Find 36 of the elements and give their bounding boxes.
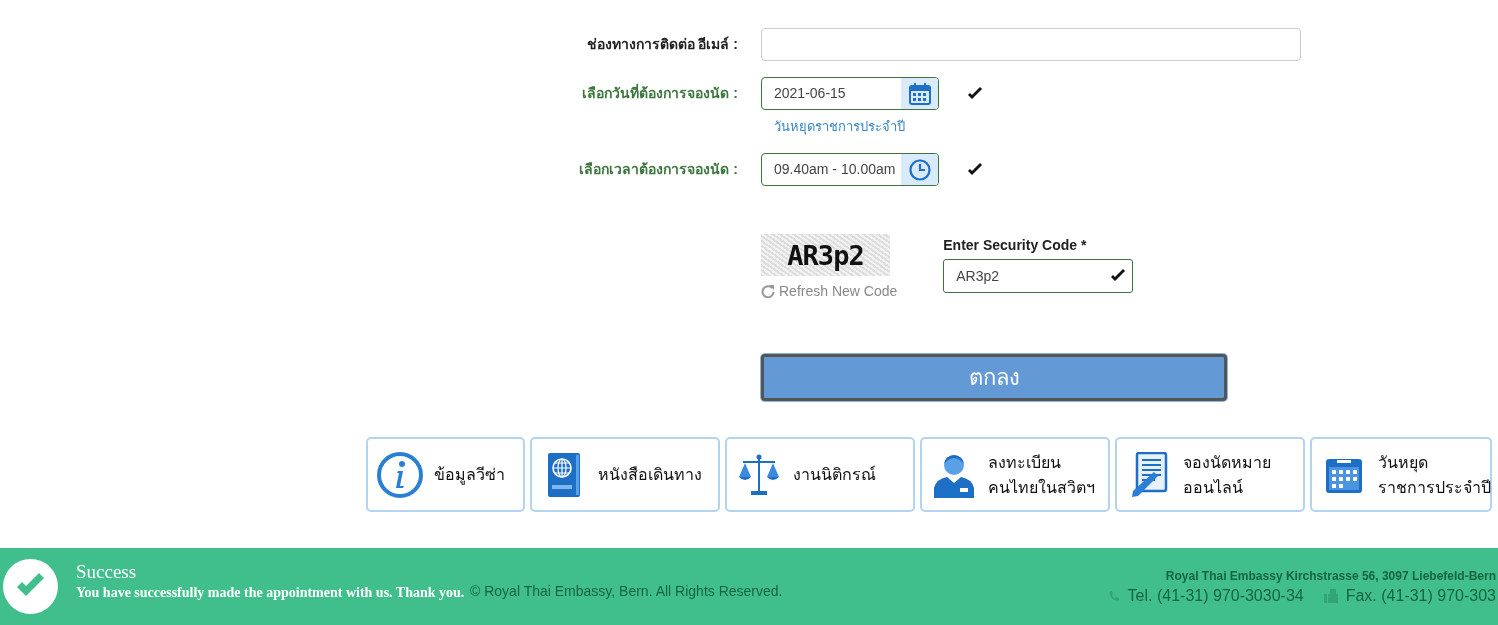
info-icon [376, 450, 424, 499]
date-field[interactable]: 2021-06-15 [761, 77, 939, 110]
success-check-icon [3, 559, 58, 614]
calendar-icon[interactable] [908, 82, 931, 105]
nav-tile[interactable]: ข้อมูลวีซ่า [366, 437, 525, 512]
check-icon [967, 86, 983, 101]
fax-icon [1323, 588, 1338, 603]
nav-tile[interactable]: งานนิติกรณ์ [725, 437, 915, 512]
address-text: Royal Thai Embassy Kirchstrasse 56, 3097 Liebefeld-Bern [1164, 568, 1496, 583]
field-label: เลือกวันที่ต้องการจองนัด : [581, 82, 738, 103]
refresh-icon [761, 284, 775, 298]
nav-tile[interactable]: หนังสือเดินทาง [530, 437, 720, 512]
check-icon [967, 162, 983, 177]
document-with-pen-icon [1130, 451, 1168, 498]
scales-icon [737, 452, 781, 497]
clock-icon[interactable] [908, 158, 931, 181]
toast-message: You have successfully made the appointment with us. Thank you. [76, 584, 465, 601]
copyright-text: © Royal Thai Embassy, Bern. All Rights Reserved. [470, 582, 783, 599]
security-code-label: Enter Security Code * [943, 237, 1088, 253]
toast-title: Success [76, 560, 138, 583]
nav-tile[interactable]: จองนัดหมาย ออนไลน์ [1115, 437, 1305, 512]
security-code-field[interactable]: AR3p2 [943, 259, 1134, 293]
nav-tile[interactable]: ลงทะเบียน คนไทยในสวิตฯ [920, 437, 1110, 512]
refresh-code-link[interactable]: Refresh New Code [761, 283, 898, 299]
check-icon [1110, 269, 1127, 283]
passport-icon [546, 451, 582, 498]
nav-tile[interactable]: วันหยุด ราชการประจำปี [1310, 437, 1492, 512]
fax-number: Fax. (41-31) 970-303 [1345, 586, 1496, 605]
phone-number: Tel. (41-31) 970-3030-34 [1127, 586, 1304, 605]
time-field[interactable]: 09.40am - 10.00am [761, 153, 939, 186]
captcha-image: AR3p2 [761, 234, 890, 276]
phone-icon [1107, 589, 1120, 602]
holidays-link[interactable]: วันหยุดราชการประจำปี [774, 116, 1498, 137]
field-label: เลือกเวลาต้องการจองนัด : [578, 160, 738, 179]
email-field[interactable] [761, 28, 1301, 61]
field-label: ช่องทางการติดต่อ อีเมล์ : [585, 35, 738, 54]
